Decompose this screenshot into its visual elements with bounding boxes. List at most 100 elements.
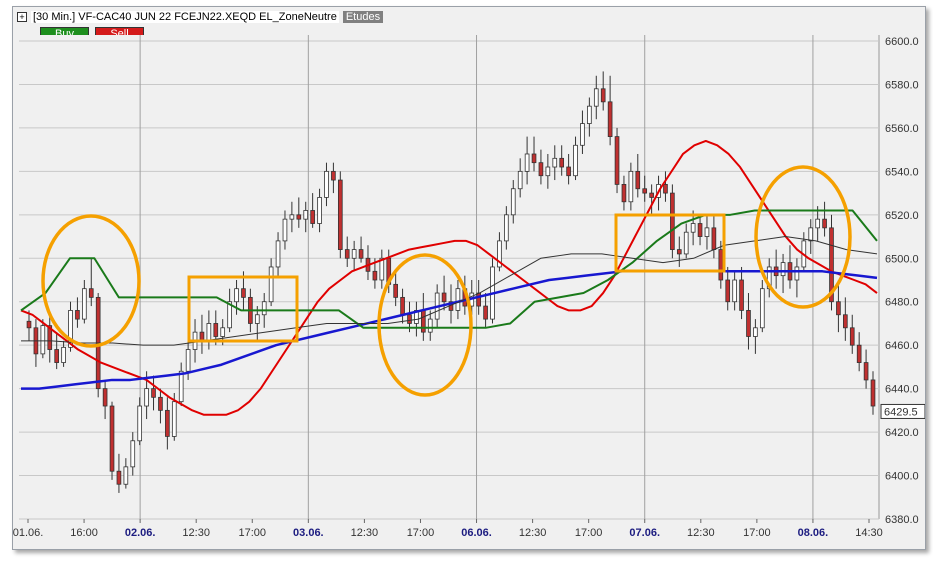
candle-body (856, 344, 862, 363)
candle-body (241, 288, 246, 298)
candle-body (670, 192, 675, 250)
candle-body (614, 136, 620, 185)
candle-body (213, 323, 219, 337)
x-tick-label: 16:00 (70, 527, 98, 539)
candle-body (870, 379, 876, 407)
candle-body (275, 240, 281, 268)
candle-body (808, 227, 814, 242)
x-tick-label: 12:30 (351, 527, 379, 539)
candle-body (358, 249, 364, 259)
candle-body (690, 223, 696, 233)
candle-body (261, 301, 267, 316)
candle-body (732, 279, 737, 303)
x-tick-label: 07.06. (629, 527, 660, 539)
candle-body (593, 88, 599, 107)
candle-body (697, 223, 703, 237)
candle-body (178, 370, 184, 403)
candle-body (642, 188, 648, 194)
candle-body (600, 88, 606, 103)
candle-body (504, 214, 509, 242)
candle-body (393, 283, 398, 298)
candle-body (753, 327, 758, 337)
candle-body (220, 327, 226, 337)
candle-body (137, 405, 143, 442)
candle-body (109, 405, 115, 472)
y-tick-label: 6420.0 (885, 427, 919, 439)
candle-body (566, 166, 571, 177)
price-chart[interactable]: 6600.0 6580.0 6560.0 6540.0 6520.0 6500.0 6480… (13, 7, 925, 549)
candle-body (815, 218, 820, 229)
candle-body (171, 401, 177, 437)
y-tick-label: 6380.0 (885, 514, 919, 526)
x-tick-label: 17:00 (743, 527, 771, 539)
candle-body (822, 218, 827, 229)
candle-body (628, 170, 634, 203)
candle-body (759, 288, 765, 329)
candle-body (372, 270, 378, 281)
candle-body (635, 170, 641, 190)
y-tick-label: 6600.0 (885, 36, 919, 48)
x-tick-label: 02.06. (125, 527, 156, 539)
candle-body (559, 157, 565, 168)
candle-body (573, 144, 578, 177)
candle-body (185, 349, 191, 372)
candle-body (400, 296, 405, 316)
x-tick-label: 08.06. (798, 527, 829, 539)
x-tick-label: 12:30 (182, 527, 210, 539)
x-tick-label: 06.06. (461, 527, 492, 539)
candle-body (75, 310, 80, 320)
candle-body (303, 210, 309, 220)
candle-body (510, 188, 516, 216)
candle-body (704, 227, 710, 237)
candle-body (331, 170, 336, 181)
y-tick-label: 6540.0 (885, 166, 919, 178)
candle-body (849, 327, 855, 346)
y-tick-label: 6500.0 (885, 253, 919, 265)
candle-body (746, 310, 751, 337)
candle-body (718, 249, 724, 281)
candle-body (441, 292, 447, 303)
candle-body (337, 179, 343, 250)
x-tick-label: 17:00 (407, 527, 435, 539)
candle-body (254, 314, 260, 324)
candle-body (289, 214, 295, 220)
candle-body (483, 305, 488, 320)
y-tick-label: 6440.0 (885, 384, 919, 396)
candle-body (61, 346, 66, 363)
candle-body (282, 218, 288, 242)
candle-body (206, 323, 212, 342)
candle-body (476, 292, 481, 307)
x-tick-label: 12:30 (519, 527, 547, 539)
candle-body (794, 266, 800, 281)
x-tick-label: 12:30 (687, 527, 715, 539)
candle-body (524, 153, 530, 172)
candle-body (268, 266, 274, 303)
candle-body (165, 409, 170, 437)
candle-body (427, 318, 433, 333)
x-tick-label: 17:00 (575, 527, 603, 539)
candle-body (234, 288, 239, 303)
candle-body (116, 470, 122, 485)
candle-body (587, 105, 592, 124)
candle-body (40, 325, 46, 355)
candle-body (82, 288, 87, 320)
candle-body (351, 249, 357, 259)
candle-body (317, 197, 322, 224)
y-tick-label: 6560.0 (885, 123, 919, 135)
candle-body (123, 466, 129, 485)
candle-body (88, 288, 94, 298)
candle-body (130, 440, 136, 468)
candle-body (683, 231, 689, 255)
candle-body (711, 227, 717, 250)
y-tick-label: 6520.0 (885, 210, 919, 222)
x-tick-label: 03.06. (293, 527, 324, 539)
candle-body (102, 388, 108, 407)
candle-body (836, 301, 841, 316)
candle-body (580, 123, 585, 146)
candle-body (421, 310, 426, 333)
candle-body (843, 314, 848, 329)
candle-body (863, 362, 869, 381)
candle-body (310, 210, 315, 224)
candle-body (676, 249, 682, 255)
candle-body (54, 349, 59, 363)
